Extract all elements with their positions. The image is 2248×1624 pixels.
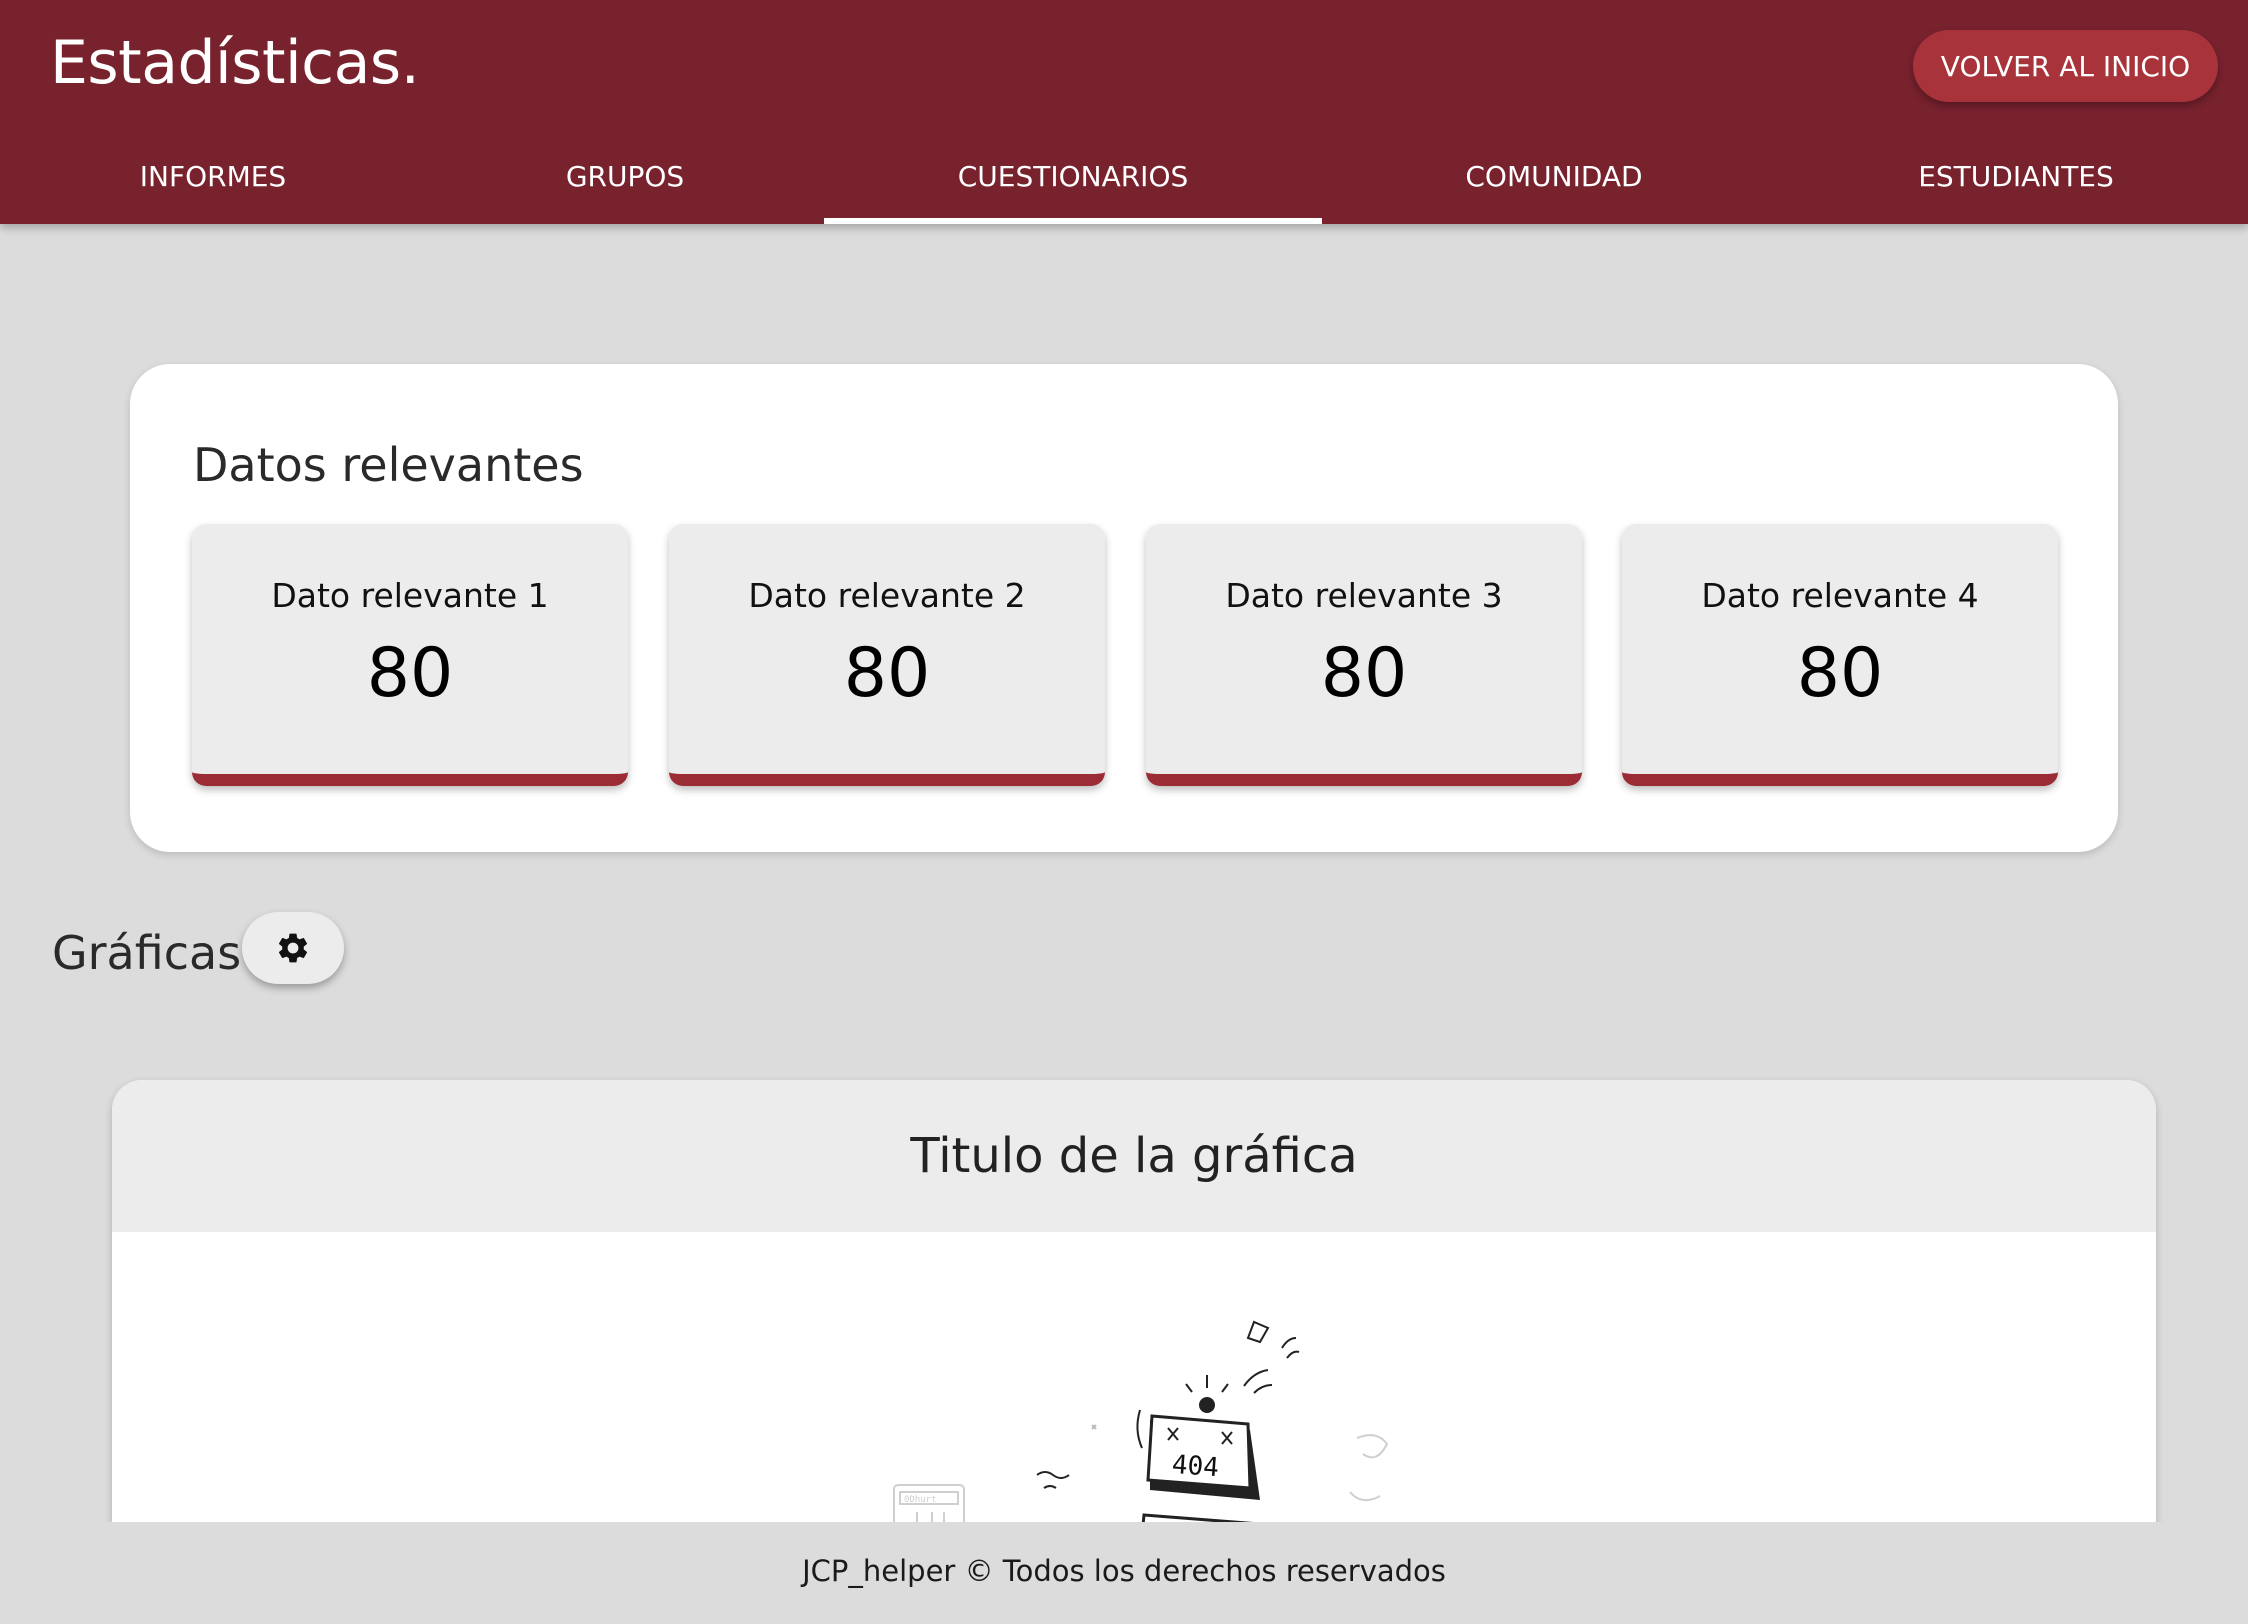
stat-card-4: Dato relevante 4 80 [1622, 524, 2058, 786]
tab-informes[interactable]: INFORMES [113, 136, 313, 224]
stat-label: Dato relevante 4 [1701, 576, 1979, 615]
tab-estudiantes[interactable]: ESTUDIANTES [1866, 136, 2166, 224]
calendar-mini-text: 0Dhurt [904, 1495, 937, 1505]
stat-card-1: Dato relevante 1 80 [192, 524, 628, 786]
chart-settings-button[interactable] [242, 912, 344, 984]
page-title: Estadísticas. [50, 28, 420, 98]
graphs-title: Gráficas [52, 926, 242, 980]
relevant-data-panel: Datos relevantes Dato relevante 1 80 Dat… [130, 364, 2118, 852]
stat-label: Dato relevante 2 [748, 576, 1026, 615]
app-header: Estadísticas. VOLVER AL INICIO INFORMES … [0, 0, 2248, 224]
robot-404-text: 404 [1171, 1450, 1220, 1483]
stat-value: 80 [1320, 634, 1408, 713]
tab-label: ESTUDIANTES [1918, 160, 2114, 193]
stat-label: Dato relevante 3 [1225, 576, 1503, 615]
stat-label: Dato relevante 1 [271, 576, 549, 615]
chart-title: Titulo de la gráfica [910, 1128, 1358, 1184]
tab-label: INFORMES [139, 160, 287, 193]
gear-icon [278, 933, 308, 963]
stat-card-3: Dato relevante 3 80 [1146, 524, 1582, 786]
footer: JCP_helper © Todos los derechos reservad… [0, 1522, 2248, 1624]
footer-copyright: JCP_helper © Todos los derechos reservad… [802, 1554, 1446, 1588]
stat-value: 80 [366, 634, 454, 713]
stat-value: 80 [843, 634, 931, 713]
chart-header: Titulo de la gráfica [112, 1080, 2156, 1232]
tab-comunidad[interactable]: COMUNIDAD [1404, 136, 1704, 224]
tab-cuestionarios[interactable]: CUESTIONARIOS [824, 136, 1322, 224]
tab-label: GRUPOS [565, 160, 685, 193]
tab-label: CUESTIONARIOS [957, 160, 1189, 193]
stat-card-2: Dato relevante 2 80 [669, 524, 1105, 786]
relevant-data-title: Datos relevantes [193, 438, 584, 492]
tab-grupos[interactable]: GRUPOS [525, 136, 725, 224]
tab-bar: INFORMES GRUPOS CUESTIONARIOS COMUNIDAD … [0, 136, 2248, 224]
tab-label: COMUNIDAD [1465, 160, 1643, 193]
home-button[interactable]: VOLVER AL INICIO [1913, 30, 2218, 102]
stat-value: 80 [1796, 634, 1884, 713]
